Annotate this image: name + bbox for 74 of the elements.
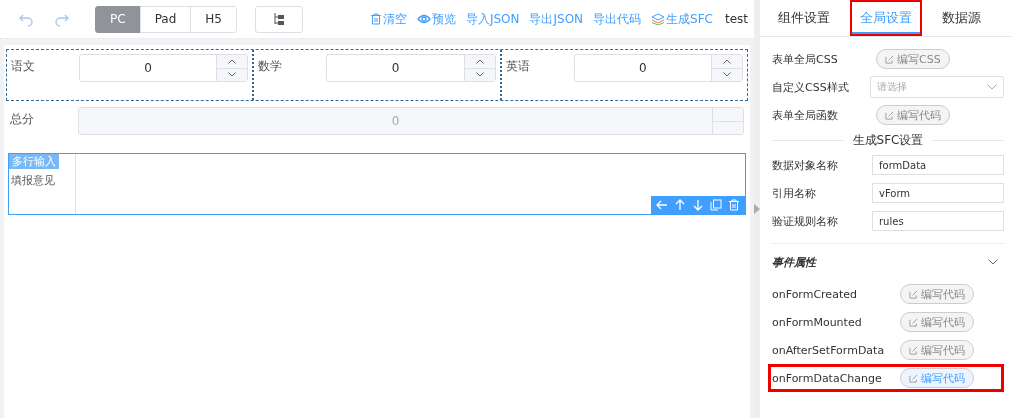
device-tab[interactable]: Pad	[139, 5, 192, 33]
eye-icon	[416, 14, 431, 24]
setting-label: 数据对象名称	[772, 157, 839, 173]
trash-icon[interactable]	[728, 199, 740, 211]
device-tab[interactable]: H5	[190, 5, 237, 33]
field-label: 填报意见	[11, 173, 56, 188]
text-field[interactable]: vForm	[872, 183, 1004, 203]
chevron-up-icon[interactable]	[723, 58, 731, 64]
field-label: 总分	[10, 111, 35, 128]
number-input[interactable]: 0	[79, 54, 249, 82]
setting-label: 表单全局CSS	[772, 51, 839, 67]
widget-badge: 多行输入	[9, 154, 59, 169]
grid-column[interactable]: 数学 0	[254, 50, 502, 100]
chevron-up-icon[interactable]	[228, 58, 237, 64]
edit-icon	[909, 317, 918, 327]
toolbar-link[interactable]: 预览	[414, 10, 458, 28]
grid-column[interactable]: 语文 0	[7, 50, 255, 100]
edit-icon	[909, 373, 918, 383]
event-label: onAfterSetFormData	[772, 343, 886, 357]
event-label: onFormCreated	[772, 287, 858, 301]
field-label: 英语	[505, 58, 531, 75]
number-input[interactable]: 0	[326, 54, 496, 82]
edit-icon	[909, 345, 918, 355]
section-title: 生成SFC设置	[852, 131, 924, 149]
toolbar-link[interactable]: 导入JSON	[463, 10, 522, 28]
panel-tab[interactable]: 数据源	[932, 0, 991, 36]
event-label: onFormMounted	[772, 315, 863, 329]
chevron-down-icon[interactable]	[988, 259, 998, 265]
layers-icon	[651, 13, 666, 25]
number-input[interactable]: 0	[573, 54, 743, 82]
style-select[interactable]: 请选择	[869, 76, 1004, 98]
edit-icon	[909, 289, 918, 299]
arrow-up-icon[interactable]	[674, 199, 686, 211]
tree-button[interactable]	[254, 5, 303, 33]
edit-icon	[885, 54, 894, 64]
trash-icon	[369, 13, 382, 25]
grid-container[interactable]: 语文 0 数学 0 英语 0	[6, 49, 748, 101]
panel-tab[interactable]: 组件设置	[768, 0, 840, 36]
collapse-arrow-icon[interactable]	[754, 204, 760, 214]
toolbar-label: test	[724, 12, 748, 26]
device-tab[interactable]: PC	[95, 5, 141, 33]
chevron-down-icon[interactable]	[228, 72, 237, 78]
setting-label: 引用名称	[772, 185, 817, 201]
setting-label: 表单全局函数	[772, 107, 839, 123]
setting-label: 自定义CSS样式	[772, 79, 850, 95]
toolbar-link[interactable]: 清空	[367, 10, 409, 28]
panel-tab[interactable]: 全局设置	[850, 0, 922, 36]
grid-column[interactable]: 英语 0	[501, 50, 747, 100]
field-label: 语文	[11, 58, 36, 75]
chevron-down-icon[interactable]	[475, 72, 484, 78]
edit-button[interactable]: 编写CSS	[876, 49, 950, 69]
tree-icon	[272, 12, 285, 26]
toolbar-link[interactable]: 导出JSON	[527, 10, 586, 28]
toolbar-link[interactable]: 导出代码	[591, 10, 644, 28]
toolbar-link[interactable]: 生成SFC	[649, 10, 715, 28]
edit-button[interactable]: 编写代码	[900, 284, 974, 304]
field-label: 数学	[258, 58, 284, 75]
text-field[interactable]: formData	[872, 155, 1004, 175]
copy-icon[interactable]	[710, 199, 722, 211]
chevron-down-icon	[987, 84, 997, 90]
edit-button[interactable]: 编写代码	[900, 312, 974, 332]
arrow-down-icon[interactable]	[692, 199, 704, 211]
section-title: 事件属性	[772, 254, 816, 270]
edit-icon	[885, 110, 894, 120]
edit-button[interactable]: 编写代码	[876, 105, 950, 125]
setting-label: 验证规则名称	[772, 213, 839, 229]
textarea-widget[interactable]: 多行输入 填报意见	[8, 153, 746, 215]
arrow-left-icon[interactable]	[656, 199, 668, 211]
edit-button[interactable]: 编写代码	[900, 340, 974, 360]
chevron-up-icon[interactable]	[475, 58, 484, 64]
event-label: onFormDataChange	[772, 371, 883, 385]
edit-button[interactable]: 编写代码	[900, 368, 974, 388]
text-field[interactable]: rules	[872, 211, 1004, 231]
chevron-down-icon[interactable]	[723, 72, 731, 78]
